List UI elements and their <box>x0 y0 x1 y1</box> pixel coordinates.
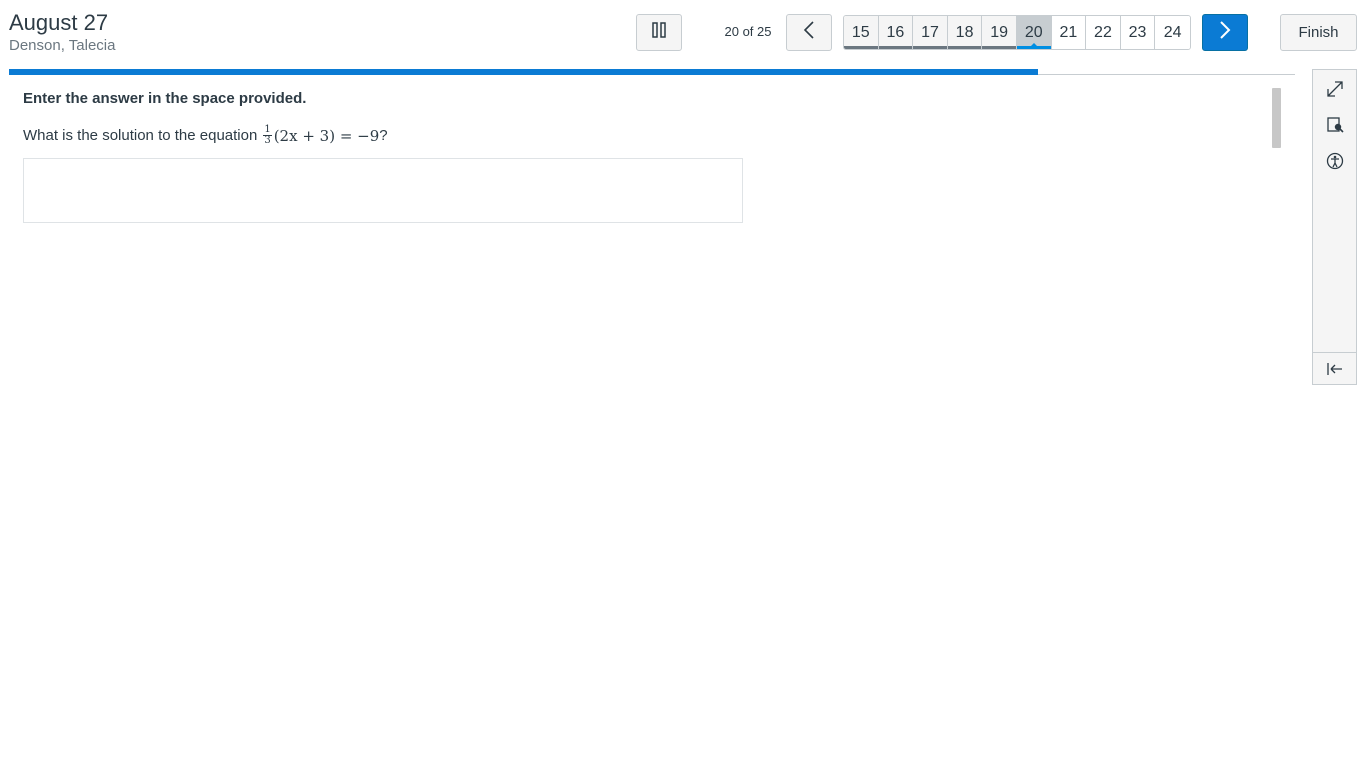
page-button-22[interactable]: 22 <box>1086 16 1121 49</box>
equation-fraction: 1 3 <box>263 125 272 146</box>
question-prompt: What is the solution to the equation <box>23 127 258 144</box>
question-pager: 15 16 17 18 19 20 21 22 23 24 <box>843 15 1191 50</box>
page-button-15[interactable]: 15 <box>844 16 879 49</box>
page-button-20[interactable]: 20 <box>1016 16 1052 49</box>
question-text: What is the solution to the equation 1 3… <box>23 125 388 146</box>
scrollbar[interactable] <box>1272 88 1281 148</box>
equation: 1 3 (2x + 3) = −9 <box>263 125 379 146</box>
chevron-left-icon <box>802 21 816 44</box>
equation-body: (2x + 3) = −9 <box>273 126 380 145</box>
student-name: Denson, Talecia <box>9 37 116 54</box>
previous-button[interactable] <box>786 14 832 51</box>
progress-bar-fill <box>9 69 1038 75</box>
answer-input[interactable] <box>23 158 743 223</box>
next-button[interactable] <box>1202 14 1248 51</box>
question-counter: 20 of 25 <box>724 24 772 39</box>
question-suffix: ? <box>379 127 388 144</box>
panel-divider <box>1313 352 1356 353</box>
progress-bar <box>9 69 1295 75</box>
fraction-denominator: 3 <box>264 135 271 146</box>
page-button-23[interactable]: 23 <box>1120 16 1156 49</box>
finish-button[interactable]: Finish <box>1280 14 1357 51</box>
tools-panel <box>1312 69 1357 385</box>
chevron-right-icon <box>1218 21 1232 44</box>
page-button-21[interactable]: 21 <box>1051 16 1087 49</box>
expand-icon[interactable] <box>1325 79 1345 99</box>
question-instruction: Enter the answer in the space provided. <box>23 90 307 107</box>
page-button-24[interactable]: 24 <box>1155 16 1190 49</box>
collapse-panel-icon[interactable] <box>1325 359 1345 379</box>
page-button-19[interactable]: 19 <box>982 16 1017 49</box>
quiz-title: August 27 <box>9 10 109 35</box>
pause-button[interactable] <box>636 14 682 51</box>
page-button-18[interactable]: 18 <box>947 16 983 49</box>
accessibility-icon[interactable] <box>1325 151 1345 171</box>
magnifier-icon[interactable] <box>1325 115 1345 135</box>
page-button-16[interactable]: 16 <box>878 16 914 49</box>
page-button-17[interactable]: 17 <box>913 16 948 49</box>
pause-icon <box>651 22 667 43</box>
